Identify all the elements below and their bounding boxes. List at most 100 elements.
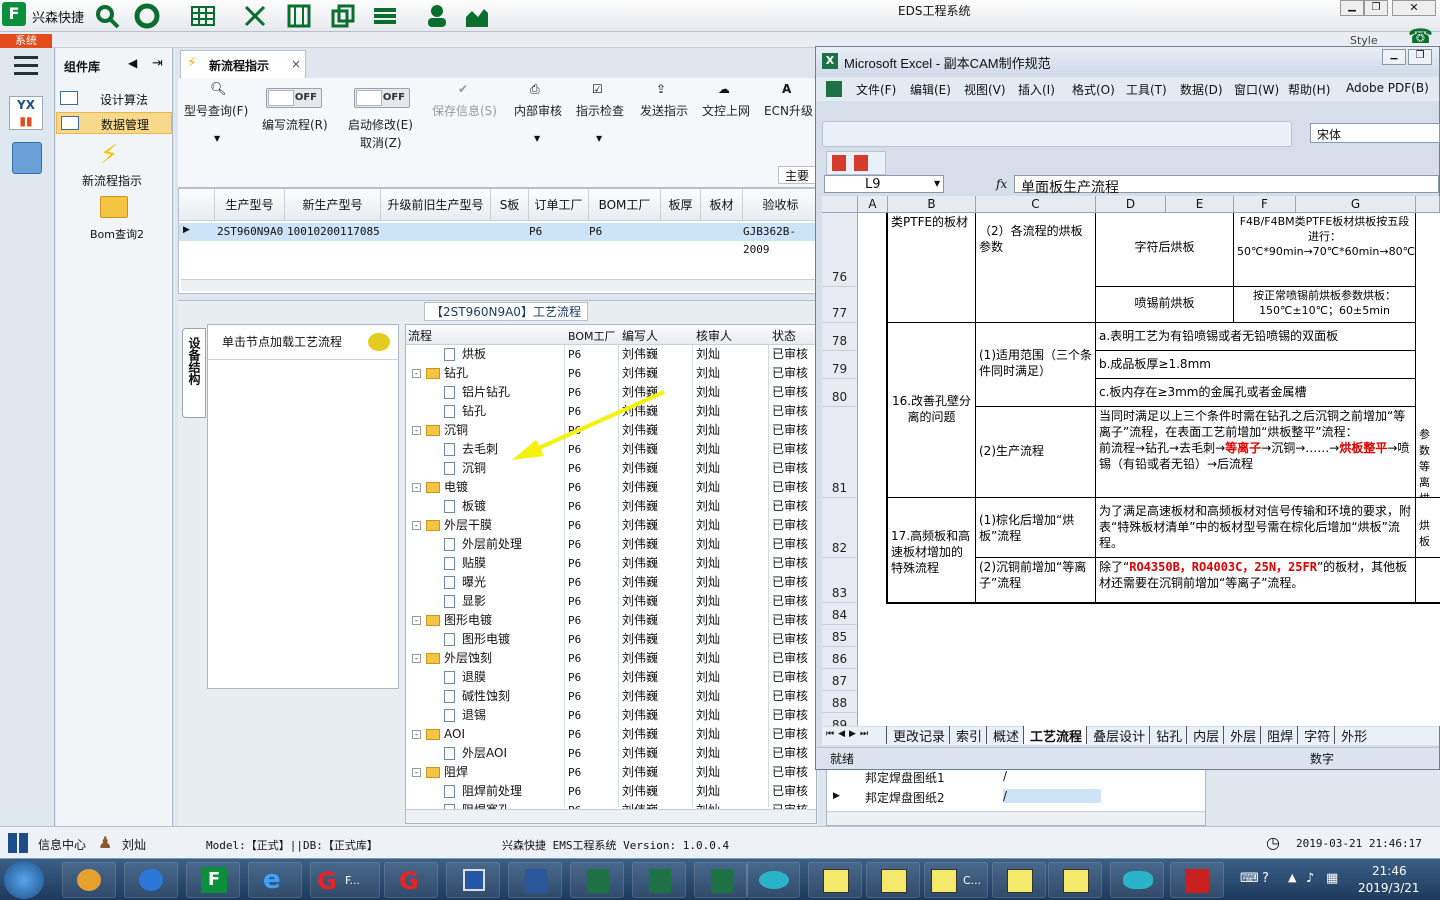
user-icon[interactable] xyxy=(424,3,450,29)
table-row[interactable]: - 阻焊 P6 刘伟巍 刘灿 已审核 xyxy=(406,763,814,782)
table-row[interactable]: - AOI P6 刘伟巍 刘灿 已审核 xyxy=(406,725,814,744)
name-box-dropdown-icon[interactable]: ▼ xyxy=(934,179,940,188)
phone-icon[interactable]: ☎ xyxy=(1408,24,1433,48)
cell-d-after-char-bake[interactable]: 字符后烘板 xyxy=(1096,213,1234,287)
taskbar-app-g[interactable]: G xyxy=(384,862,438,898)
area-chart-icon[interactable] xyxy=(464,3,490,29)
column-header[interactable]: 订单工厂 xyxy=(529,189,589,221)
taskbar-app-word[interactable] xyxy=(508,862,562,898)
table-row[interactable]: 外层前处理 P6 刘伟巍 刘灿 已审核 xyxy=(406,535,814,554)
yx-tools-icon[interactable]: YX ▮▮ xyxy=(9,96,43,130)
instruction-check-button[interactable]: 指示检查 xyxy=(576,102,624,119)
taskbar-app-x-1[interactable] xyxy=(808,862,862,898)
column-header-e[interactable]: E xyxy=(1166,196,1234,213)
excel-menu-item[interactable]: 帮助(H) xyxy=(1288,81,1330,98)
calculator-icon[interactable] xyxy=(12,142,42,174)
new-flow-launcher[interactable]: 新流程指示 xyxy=(82,172,142,189)
column-header-b[interactable]: B xyxy=(888,196,976,213)
row-header[interactable]: 78 xyxy=(822,323,858,351)
row-header[interactable]: 76 xyxy=(822,213,858,287)
minimize-button[interactable]: ▁ xyxy=(1340,0,1364,16)
taskbar-app-eds[interactable]: F xyxy=(186,862,240,898)
collapse-icon[interactable]: - xyxy=(412,521,421,530)
table-row[interactable]: 外层AOI P6 刘伟巍 刘灿 已审核 xyxy=(406,744,814,763)
taskbar-app-shell[interactable] xyxy=(62,862,116,898)
cell-81-flow[interactable]: 当同时满足以上三个条件时需在钻孔之后沉铜之前增加“等离子”流程，在表面工艺前增加… xyxy=(1096,407,1416,498)
sheet-tab[interactable]: 内层 xyxy=(1186,726,1223,744)
column-header-a[interactable]: A xyxy=(858,196,888,213)
excel-menu-item[interactable]: 视图(V) xyxy=(964,81,1006,98)
taskbar-app-network[interactable] xyxy=(1110,862,1164,898)
column-header-d[interactable]: D xyxy=(1096,196,1166,213)
excel-menu-item[interactable]: 插入(I) xyxy=(1018,81,1055,98)
row-header[interactable]: 87 xyxy=(822,669,858,691)
row-header[interactable]: 88 xyxy=(822,691,858,713)
sheet-tab[interactable]: 更改记录 xyxy=(886,726,949,744)
table-row[interactable]: 图形电镀 P6 刘伟巍 刘灿 已审核 xyxy=(406,630,814,649)
sheet-tab[interactable]: 索引 xyxy=(949,726,986,744)
cell-d-pre-hasl-bake[interactable]: 喷锡前烘板 xyxy=(1096,287,1234,323)
chevron-down-icon[interactable]: ▼ xyxy=(596,134,602,143)
tab-nav-icon[interactable]: ⏮◀▶⏭ xyxy=(826,729,872,739)
taskbar-app-excel-3[interactable] xyxy=(694,862,748,898)
write-flow-button[interactable]: 编写流程(R) xyxy=(262,116,328,133)
column-header[interactable]: 状态 xyxy=(772,327,796,344)
excel-menu-item[interactable]: 编辑(E) xyxy=(910,81,951,98)
formula-bar[interactable]: 单面板生产流程 xyxy=(1014,175,1439,196)
chevron-down-icon[interactable]: ▼ xyxy=(534,134,540,143)
collapse-icon[interactable]: - xyxy=(412,616,421,625)
sheet-tab[interactable]: 概述 xyxy=(986,726,1023,744)
cell-b-high-freq[interactable]: 17.高频板和高速板材增加的特殊流程 xyxy=(888,498,976,603)
cell-fg-ptfe-bake[interactable]: F4B/F4BM类PTFE板材烘板按五段进行：50℃*90min→70℃*60m… xyxy=(1234,213,1416,287)
tab-new-flow[interactable]: ⚡ 新流程指示 × xyxy=(180,50,306,78)
sheet-tab[interactable]: 钻孔 xyxy=(1149,726,1186,744)
taskbar-app-eye[interactable] xyxy=(746,862,800,898)
taskbar-app-ie[interactable]: e xyxy=(248,862,302,898)
table-row[interactable]: 曝光 P6 刘伟巍 刘灿 已审核 xyxy=(406,573,814,592)
table-row[interactable]: 退锡 P6 刘伟巍 刘灿 已审核 xyxy=(406,706,814,725)
cell-c-before-pth[interactable]: (2)沉铜前增加“等离子”流程 xyxy=(976,558,1096,603)
cell-b-ptfe[interactable]: 类PTFE的板材 xyxy=(888,213,976,323)
cell-c-after-brown[interactable]: (1)棕化后增加“烘板”流程 xyxy=(976,498,1096,558)
collapse-icon[interactable]: - xyxy=(412,654,421,663)
pin-icon[interactable]: ⇥ xyxy=(152,56,163,71)
excel-menu-item[interactable]: 窗口(W) xyxy=(1234,81,1279,98)
tray-clock-time[interactable]: 21:46 xyxy=(1372,864,1407,878)
list-icon[interactable] xyxy=(372,3,398,29)
main-tab[interactable]: 主要 xyxy=(778,166,818,184)
collapse-icon[interactable]: - xyxy=(412,369,421,378)
cell-82-special[interactable]: 为了满足高速板材和高频板材对信号传输和环境的要求，附表“特殊板材清单”中的板材型… xyxy=(1096,498,1416,558)
pdf-icon[interactable] xyxy=(832,155,846,171)
folder-icon[interactable] xyxy=(100,196,128,218)
lifebuoy-icon[interactable] xyxy=(134,3,160,29)
doc-upload-button[interactable]: 文控上网 xyxy=(702,102,750,119)
table-row[interactable]: - 外层蚀刻 P6 刘伟巍 刘灿 已审核 xyxy=(406,649,814,668)
cancel-button[interactable]: 取消(Z) xyxy=(360,134,402,151)
excel-menu-item[interactable]: Adobe PDF(B) xyxy=(1346,81,1429,95)
start-modify-toggle[interactable]: OFF xyxy=(354,88,410,108)
maximize-button[interactable]: ❐ xyxy=(1364,0,1388,16)
column-header[interactable]: BOM工厂 xyxy=(568,328,616,344)
excel-maximize-button[interactable]: ❐ xyxy=(1408,49,1432,65)
row-header[interactable]: 81 xyxy=(822,407,858,498)
row-header[interactable]: 80 xyxy=(822,379,858,407)
horizontal-scrollbar[interactable] xyxy=(827,811,1205,825)
table-row[interactable]: - 图形电镀 P6 刘伟巍 刘灿 已审核 xyxy=(406,611,814,630)
side-tab-equipment[interactable]: 设备结构 xyxy=(182,328,206,418)
cell-80-condition-c[interactable]: c.板内存在≥3mm的金属孔或者金属槽 xyxy=(1096,379,1416,407)
taskbar-app-x-c[interactable]: C... xyxy=(924,862,988,898)
column-header-c[interactable]: C xyxy=(976,196,1096,213)
scissors-icon[interactable] xyxy=(242,3,268,29)
sidebar-item-data-management[interactable]: 数据管理 xyxy=(56,112,172,134)
start-modify-button[interactable]: 启动修改(E) xyxy=(348,116,413,133)
film-icon[interactable] xyxy=(286,3,312,29)
cell-h-81[interactable]: 参数等离烘板 xyxy=(1416,407,1440,498)
row-header[interactable]: 84 xyxy=(822,603,858,625)
table-row[interactable]: ▶ 2ST960N9A0 10010200117085 P6 P6 GJB362… xyxy=(179,223,817,256)
row-header[interactable]: 86 xyxy=(822,647,858,669)
sheet-tab[interactable]: 工艺流程 xyxy=(1023,726,1087,744)
cell-c-bake-params[interactable]: （2）各流程的烘板参数 xyxy=(976,213,1096,323)
row-header[interactable]: 82 xyxy=(822,498,858,558)
taskbar-app-messenger[interactable] xyxy=(124,862,178,898)
sidebar-item-design-algorithm[interactable]: 设计算法 xyxy=(56,88,172,110)
